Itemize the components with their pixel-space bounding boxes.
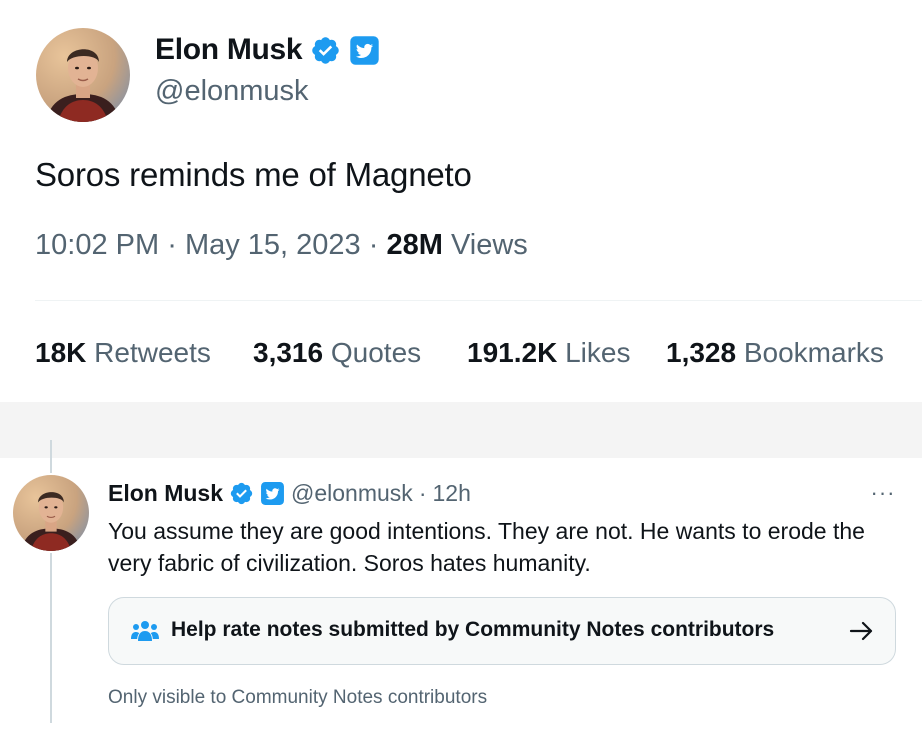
reply-text: You assume they are good intentions. The… — [108, 518, 865, 576]
verified-badge-icon — [312, 36, 340, 64]
reply-separator: · — [418, 480, 427, 506]
reply-time[interactable]: 12h — [432, 480, 470, 507]
tweet-date[interactable]: May 15, 2023 — [185, 229, 361, 261]
bookmarks-stat[interactable]: 1,328 Bookmarks — [666, 337, 884, 369]
quotes-count: 3,316 — [253, 337, 324, 368]
retweets-count: 18K — [35, 337, 87, 368]
reply-avatar[interactable] — [13, 475, 89, 551]
arrow-right-icon — [849, 621, 873, 641]
avatar[interactable] — [36, 28, 130, 122]
bookmarks-count: 1,328 — [666, 337, 737, 368]
meta-separator: · — [368, 229, 379, 261]
people-icon — [131, 621, 159, 641]
community-notes-label: Help rate notes submitted by Community N… — [171, 618, 775, 641]
tweet-text: Soros reminds me of Magneto — [35, 156, 472, 193]
reply-display-name[interactable]: Elon Musk — [108, 480, 223, 507]
meta-separator: · — [167, 229, 177, 261]
verified-badge-icon — [230, 482, 253, 505]
quotes-label: Quotes — [330, 337, 422, 368]
retweets-stat[interactable]: 18K Retweets — [35, 337, 211, 369]
views-label: Views — [450, 229, 528, 261]
screenshot: Elon Musk @elonmusk Soros reminds me of … — [0, 0, 922, 750]
thread-line — [50, 440, 52, 473]
tweet-time[interactable]: 10:02 PM — [35, 229, 159, 261]
main-tweet: Elon Musk @elonmusk Soros reminds me of … — [0, 0, 922, 402]
views-count: 28M — [386, 229, 443, 261]
author-name-row: Elon Musk — [155, 33, 380, 67]
twitter-logo-badge-icon — [261, 482, 284, 505]
quotes-stat[interactable]: 3,316 Quotes — [253, 337, 421, 369]
thread-line — [50, 553, 52, 723]
reply-handle[interactable]: @elonmusk — [291, 480, 413, 507]
divider — [35, 300, 922, 301]
author-display-name[interactable]: Elon Musk — [155, 33, 303, 67]
likes-count: 191.2K — [467, 337, 558, 368]
bookmarks-label: Bookmarks — [743, 337, 884, 368]
tweet-meta: 10:02 PM · May 15, 2023 · 28M Views — [35, 229, 528, 262]
retweets-label: Retweets — [94, 337, 211, 368]
likes-stat[interactable]: 191.2K Likes — [467, 337, 630, 369]
community-notes-button[interactable]: Help rate notes submitted by Community N… — [108, 597, 896, 665]
author-handle[interactable]: @elonmusk — [155, 75, 309, 108]
more-options-icon[interactable]: ··· — [868, 479, 898, 507]
reply-header: Elon Musk @elonmusk · 12h — [108, 480, 471, 507]
likes-label: Likes — [565, 337, 631, 368]
twitter-logo-badge-icon — [350, 35, 380, 65]
visibility-note: Only visible to Community Notes contribu… — [108, 687, 488, 708]
